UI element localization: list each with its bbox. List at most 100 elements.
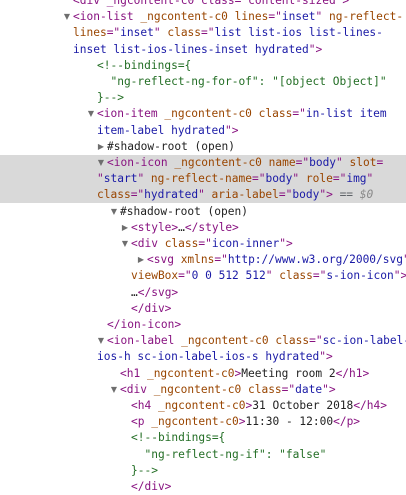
dom-token: =" (281, 382, 296, 396)
dom-tree-row[interactable]: </ion-icon> (0, 317, 406, 333)
dom-node-text: <ion-label _ngcontent-c0 class="sc-ion-l… (107, 333, 406, 349)
dom-node-text: "ng-reflect-ng-if": "false" (131, 447, 326, 463)
expand-triangle-down-icon[interactable]: ▼ (62, 9, 72, 25)
dom-tree-row[interactable]: <p _ngcontent-c0>11:30 - 12:00</p> (0, 414, 406, 430)
dom-tree-row[interactable]: <h4 _ngcontent-c0>31 October 2018</h4> (0, 398, 406, 414)
expand-triangle-right-icon[interactable]: ▶ (96, 139, 106, 155)
expand-triangle-down-icon[interactable]: ▼ (96, 155, 106, 171)
dom-token: " (198, 188, 212, 202)
dom-token: }--> (131, 463, 158, 477)
dom-tree-row[interactable]: <div _ngcontent-c0 class="content-sized"… (0, 0, 406, 9)
dom-tree-row[interactable]: lines="inset" class="list list-ios list-… (0, 25, 406, 41)
dom-node-text: </ion-icon> (107, 317, 181, 333)
dom-token: … (178, 220, 185, 234)
dom-token: "ng-reflect-ng-if": "false" (131, 447, 327, 461)
dom-node-text: "ng-reflect-ng-for-of": "[object Object]… (97, 74, 387, 90)
dom-node-text: }--> (131, 463, 158, 479)
dom-tree-row-selected[interactable]: "start" ng-reflect-name="body" role="img… (0, 171, 406, 188)
dom-node-text: <svg xmlns="http://www.w3.org/2000/svg" (147, 252, 406, 268)
dom-token: <style> (131, 220, 179, 234)
dom-token: "> (224, 123, 239, 137)
dom-token: _ngcontent-c0 (157, 399, 246, 412)
dom-token: =" (198, 237, 212, 250)
dom-tree-row[interactable]: <!--bindings={ (0, 58, 406, 74)
dom-tree-row[interactable]: ▼ <div class="icon-inner"> (0, 236, 406, 252)
dom-tree-row[interactable]: </div> (0, 301, 406, 317)
dom-token: "ng-reflect-ng-for-of": "[object Object]… (97, 75, 387, 88)
expand-triangle-down-icon[interactable]: ▼ (96, 333, 106, 349)
expand-triangle-down-icon[interactable]: ▼ (109, 382, 119, 398)
dom-tree-row[interactable]: viewBox="0 0 512 512" class="s-ion-icon"… (0, 268, 406, 284)
dom-node-text: <h1 _ngcontent-c0>Meeting room 2</h1> (120, 366, 369, 382)
dom-tree-row[interactable]: }--> (0, 90, 406, 106)
dom-tree-row[interactable]: <h1 _ngcontent-c0>Meeting room 2</h1> (0, 366, 406, 382)
dom-token: <!--bindings={ (97, 58, 192, 72)
dom-token: <svg (147, 253, 181, 267)
dom-token: "> (319, 188, 333, 202)
dom-tree-row[interactable]: ▼ <div _ngcontent-c0 class="date"> (0, 382, 406, 398)
dom-token: =" (201, 26, 215, 40)
dom-token: "> (393, 269, 406, 283)
dom-token: <ion-list (73, 10, 141, 24)
dom-tree-row[interactable]: ▼ <ion-label _ngcontent-c0 class="sc-ion-… (0, 333, 406, 349)
dom-token: </ion-icon> (107, 318, 182, 331)
dom-tree-row[interactable]: "ng-reflect-ng-for-of": "[object Object]… (0, 74, 406, 90)
dom-token: =" (178, 269, 192, 283)
dom-node-text: <p _ngcontent-c0>11:30 - 12:00</p> (131, 414, 360, 430)
dom-token: inset (281, 10, 316, 24)
dom-node-text: </div> (131, 301, 171, 317)
dom-tree-row-selected[interactable]: class="hydrated" aria-label="body"> == $… (0, 187, 406, 204)
dom-token: body (309, 156, 337, 169)
dom-tree-row[interactable]: }--> (0, 463, 406, 479)
dom-token: _ngcontent-c0 name (174, 156, 296, 169)
dom-node-text: <div _ngcontent-c0 class="content-sized"… (73, 0, 349, 9)
dom-tree-row[interactable]: ▼ #shadow-root (open) (0, 204, 406, 220)
expand-triangle-right-icon[interactable]: ▶ (136, 252, 146, 268)
dom-tree-row[interactable]: ios-h sc-ion-label-ios-s hydrated"> (0, 349, 406, 365)
dom-token: =" (292, 107, 306, 121)
dom-token: =" (278, 188, 293, 202)
dom-tree-row[interactable]: ▶ #shadow-root (open) (0, 139, 406, 155)
expand-triangle-down-icon[interactable]: ▼ (109, 204, 119, 220)
dom-node-text: viewBox="0 0 512 512" class="s-ion-icon"… (131, 268, 406, 284)
dom-tree-row[interactable]: inset list-ios-lines-inset hydrated"> (0, 42, 406, 58)
dom-token: <div (120, 382, 154, 396)
dom-tree-row[interactable]: ▼ <ion-item _ngcontent-c0 class="in-list … (0, 106, 406, 122)
dom-tree-row[interactable]: ▶<svg xmlns="http://www.w3.org/2000/svg" (0, 252, 406, 268)
expand-triangle-right-icon[interactable]: ▶ (120, 220, 130, 236)
dom-token: = (376, 156, 384, 169)
expand-triangle-down-icon[interactable]: ▼ (120, 236, 130, 252)
dom-tree-row[interactable]: <!--bindings={ (0, 430, 406, 446)
dom-token: 0 0 512 512 (191, 269, 266, 283)
dom-token: hydrated (144, 188, 199, 202)
dom-node-text: #shadow-root (open) (107, 139, 235, 155)
dom-token: </h4> (353, 399, 387, 412)
dom-token: _ngcontent-c0 (146, 366, 235, 380)
dom-tree-row[interactable]: ▼ <ion-list _ngcontent-c0 lines="inset" n… (0, 9, 406, 25)
dom-token: start (103, 172, 138, 186)
expand-triangle-down-icon[interactable]: ▼ (86, 106, 96, 122)
dom-token: in-list item (305, 107, 387, 121)
dom-tree-row[interactable]: ▶ <style>…</style> (0, 220, 406, 236)
dom-tree-row[interactable]: …</svg> (0, 285, 406, 301)
dom-tree-row-selected[interactable]: ▼ <ion-icon _ngcontent-c0 name="body" slo… (0, 155, 406, 171)
dom-token: " (137, 172, 151, 186)
dom-token: =" (251, 172, 266, 186)
dom-tree-row[interactable]: "ng-reflect-ng-if": "false" (0, 447, 406, 463)
dom-token: class (279, 269, 313, 283)
dom-token: <h4 (131, 399, 158, 412)
dom-token: #shadow-root (open) (107, 139, 235, 153)
dom-token: </svg> (137, 285, 179, 299)
dom-tree-row[interactable]: </div> (0, 479, 406, 495)
dom-node-text: <div class="icon-inner"> (131, 236, 293, 252)
dom-token: _ngcontent-c0 (151, 415, 239, 429)
dom-token: body (292, 188, 320, 202)
dom-token: == (332, 188, 360, 202)
dom-tree-row[interactable]: item-label hydrated"> (0, 123, 406, 139)
dom-token: " (366, 172, 374, 186)
dom-token: =" (332, 172, 347, 186)
dom-token: " (315, 10, 329, 24)
dom-token: class (97, 188, 131, 202)
dom-token: 11:30 - 12:00 (245, 415, 334, 429)
dom-token: _ngcontent-c0 class (164, 107, 293, 121)
